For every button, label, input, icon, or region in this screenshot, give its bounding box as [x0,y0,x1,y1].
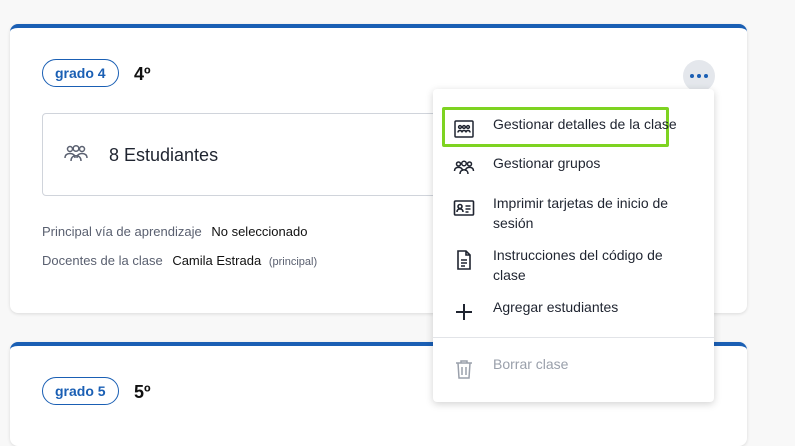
menu-item-delete-class[interactable]: Borrar clase [433,354,714,380]
pathway-value: No seleccionado [211,224,308,239]
class-details-icon [454,120,474,138]
menu-item-label: Imprimir tarjetas de inicio de sesión [493,195,669,231]
students-count: 8 Estudiantes [109,145,219,165]
grade-level: 5º [134,382,151,402]
menu-divider [433,337,714,338]
teacher-name: Camila Estrada [172,253,262,268]
document-icon [457,250,471,270]
pathway-label: Principal vía de aprendizaje [42,224,202,239]
menu-item-add-students[interactable]: Agregar estudiantes [433,297,714,323]
groups-icon [453,160,475,175]
menu-item-label: Borrar clase [493,356,569,372]
plus-icon [456,304,472,320]
grade-level: 4º [134,64,151,84]
pathway-row: Principal vía de aprendizaje No seleccio… [42,224,307,239]
menu-item-label: Agregar estudiantes [493,299,619,315]
trash-icon [456,360,472,379]
students-box[interactable]: 8 Estudiantes [42,113,462,196]
menu-item-manage-groups[interactable]: Gestionar grupos [433,153,714,179]
menu-item-label: Instrucciones del código de clase [493,247,663,283]
teachers-row: Docentes de la clase Camila Estrada (pri… [42,253,317,268]
grade-badge: grado 4 [42,59,119,87]
menu-item-manage-class-details[interactable]: Gestionar detalles de la clase [433,114,714,140]
menu-item-print-login-cards[interactable]: Imprimir tarjetas de inicio de sesión [433,193,714,233]
students-icon [64,144,88,162]
teachers-label: Docentes de la clase [42,253,163,268]
id-card-icon [453,200,475,216]
class-options-menu: Gestionar detalles de la clase Gestionar… [433,89,714,402]
more-options-button[interactable] [683,60,715,92]
teacher-role: (principal) [268,256,318,268]
menu-item-label: Gestionar detalles de la clase [493,116,677,132]
grade-badge: grado 5 [42,377,119,405]
more-icon [690,74,708,78]
menu-item-class-code-instructions[interactable]: Instrucciones del código de clase [433,245,714,285]
menu-item-label: Gestionar grupos [493,155,601,171]
